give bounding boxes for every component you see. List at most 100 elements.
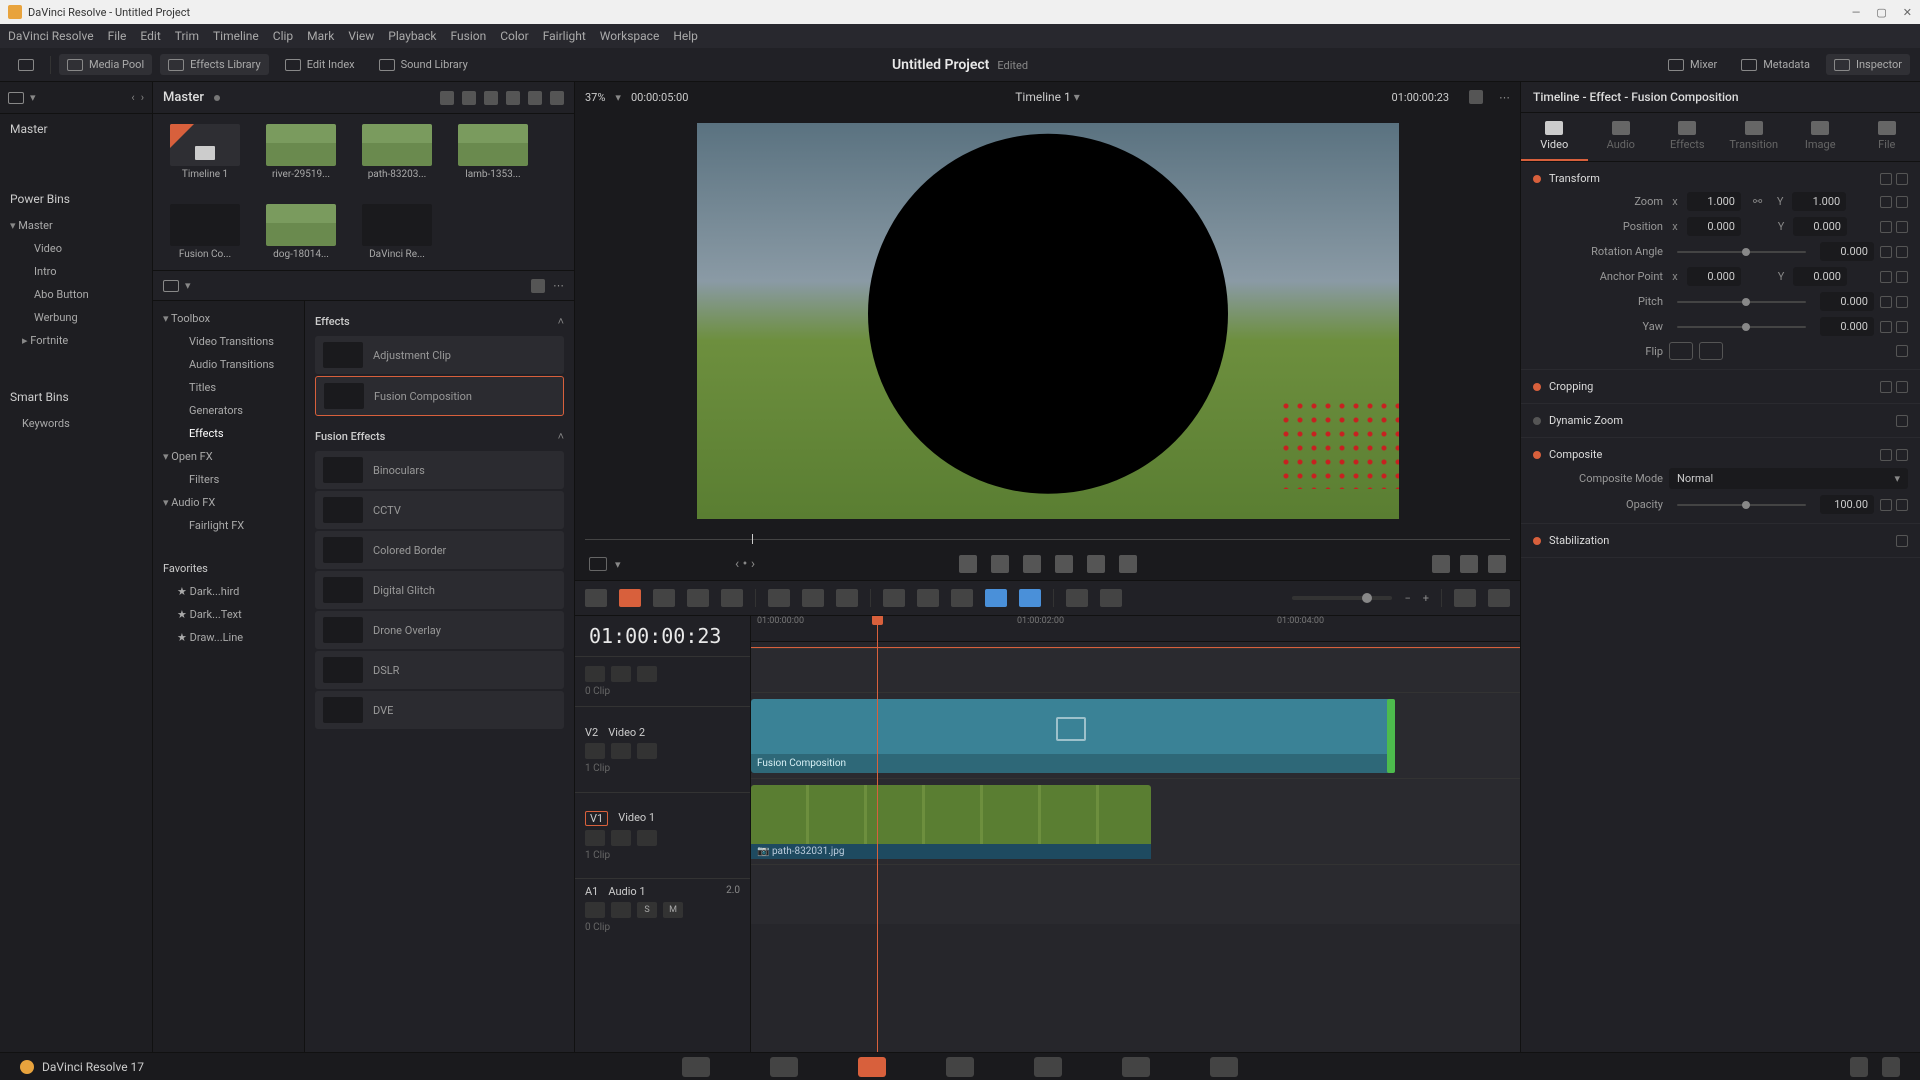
audio-icon[interactable] [1454, 589, 1476, 607]
eff-cat-filters[interactable]: Filters [153, 468, 304, 491]
blade-tool[interactable] [721, 589, 743, 607]
zoom-y-input[interactable]: 1.000 [1792, 192, 1846, 211]
view-list-icon[interactable] [484, 91, 498, 105]
overwrite-tool[interactable] [802, 589, 824, 607]
effects-panel-icon[interactable] [163, 280, 179, 292]
insert-tool[interactable] [768, 589, 790, 607]
opacity-slider[interactable] [1677, 504, 1806, 506]
clip-trim-handle[interactable] [1387, 699, 1395, 773]
loop-button[interactable] [1119, 555, 1137, 573]
replace-tool[interactable] [836, 589, 858, 607]
next-clip-icon[interactable] [1460, 555, 1478, 573]
maximize-button[interactable]: ▢ [1876, 6, 1886, 19]
menu-fairlight[interactable]: Fairlight [543, 29, 586, 43]
viewer-scrubber[interactable] [575, 530, 1520, 548]
nav-forward-icon[interactable]: › [141, 91, 144, 104]
first-frame-button[interactable] [959, 555, 977, 573]
close-button[interactable]: ✕ [1903, 6, 1912, 19]
page-media[interactable] [682, 1057, 710, 1077]
auto-select-icon[interactable] [611, 743, 631, 759]
auto-select-icon[interactable] [611, 902, 631, 918]
lock-icon[interactable] [585, 830, 605, 846]
clip-fusion-composition[interactable]: Fusion Composition [751, 699, 1391, 773]
flip-h-button[interactable] [1669, 342, 1693, 360]
page-cut[interactable] [770, 1057, 798, 1077]
nav-back-icon[interactable]: ‹ [131, 91, 134, 104]
menu-trim[interactable]: Trim [175, 29, 199, 43]
mute-button[interactable]: M [663, 902, 683, 918]
master-bin[interactable]: Master [0, 114, 152, 144]
eff-cat-fairlight[interactable]: Fairlight FX [153, 514, 304, 537]
keyframe-icon[interactable] [1880, 271, 1892, 283]
flip-v-button[interactable] [1699, 342, 1723, 360]
more-icon[interactable]: ⋯ [1499, 91, 1510, 104]
clip-thumb[interactable]: Fusion Co... [169, 204, 241, 260]
clip-thumb[interactable]: river-29519... [265, 124, 337, 180]
timeline-view-icon[interactable] [585, 589, 607, 607]
menu-help[interactable]: Help [673, 29, 698, 43]
arrow-tool[interactable] [619, 589, 641, 607]
edit-index-toggle[interactable]: Edit Index [277, 54, 363, 75]
reset-icon[interactable] [1896, 221, 1908, 233]
track-header-a1[interactable]: A1Audio 12.0 SM 0 Clip [575, 878, 750, 938]
stop-button[interactable] [1023, 555, 1041, 573]
lock-icon[interactable] [951, 589, 973, 607]
viewer-gear-icon[interactable] [1469, 90, 1483, 104]
viewer-timecode[interactable]: 01:00:00:23 [1392, 91, 1449, 104]
menu-timeline[interactable]: Timeline [213, 29, 259, 43]
track-lane-v3[interactable] [751, 648, 1520, 692]
yaw-input[interactable]: 0.000 [1820, 317, 1874, 336]
keyframe-icon[interactable] [1880, 449, 1892, 461]
clip-thumb[interactable]: Timeline 1 [169, 124, 241, 180]
menu-edit[interactable]: Edit [140, 29, 160, 43]
eff-cat-video-trans[interactable]: Video Transitions [153, 330, 304, 353]
timeline-options-icon[interactable] [1488, 589, 1510, 607]
track-lane-a1[interactable] [751, 864, 1520, 924]
home-icon[interactable] [1850, 1057, 1868, 1077]
zoom-search-icon[interactable] [1100, 589, 1122, 607]
metadata-toggle[interactable]: Metadata [1733, 54, 1818, 75]
stabilization-section[interactable]: Stabilization [1549, 534, 1609, 547]
inspector-tab-file[interactable]: File [1854, 113, 1920, 161]
anchor-y-input[interactable]: 0.000 [1793, 267, 1847, 286]
timeline-timecode[interactable]: 01:00:00:23 [575, 616, 750, 656]
snap-icon[interactable] [883, 589, 905, 607]
track-lane-v2[interactable]: Fusion Composition [751, 692, 1520, 778]
power-bin-intro[interactable]: Intro [0, 260, 152, 283]
effect-item[interactable]: DSLR [315, 651, 564, 689]
link-icon[interactable] [917, 589, 939, 607]
menu-color[interactable]: Color [500, 29, 528, 43]
reset-icon[interactable] [1896, 271, 1908, 283]
fav-item[interactable]: ★ Dark...hird [153, 580, 304, 603]
menu-workspace[interactable]: Workspace [600, 29, 660, 43]
chevron-down-icon[interactable]: ▾ [615, 558, 621, 571]
effect-item[interactable]: Digital Glitch [315, 571, 564, 609]
search-icon[interactable] [531, 279, 545, 293]
sort-icon[interactable] [528, 91, 542, 105]
inspector-tab-image[interactable]: Image [1787, 113, 1854, 161]
menu-view[interactable]: View [348, 29, 374, 43]
settings-icon[interactable] [1882, 1057, 1900, 1077]
page-fairlight[interactable] [1122, 1057, 1150, 1077]
fav-item[interactable]: ★ Draw...Line [153, 626, 304, 649]
last-frame-button[interactable] [1087, 555, 1105, 573]
effect-item[interactable]: DVE [315, 691, 564, 729]
menu-mark[interactable]: Mark [307, 29, 334, 43]
menu-playback[interactable]: Playback [388, 29, 436, 43]
fullscreen-button[interactable] [10, 55, 42, 75]
flag-icon[interactable] [985, 589, 1007, 607]
zoom-out-icon[interactable]: − [1404, 592, 1410, 605]
opacity-input[interactable]: 100.00 [1820, 495, 1874, 514]
reset-icon[interactable] [1896, 196, 1908, 208]
inspector-tab-transition[interactable]: Transition [1721, 113, 1788, 161]
viewer-zoom[interactable]: 37% [585, 91, 605, 104]
menu-davinci[interactable]: DaVinci Resolve [8, 29, 94, 43]
pos-y-input[interactable]: 0.000 [1793, 217, 1847, 236]
keyframe-icon[interactable] [1880, 381, 1892, 393]
playhead[interactable] [877, 616, 878, 1052]
lock-icon[interactable] [585, 902, 605, 918]
prev-edit-icon[interactable]: ‹ • › [735, 556, 755, 572]
zoom-x-input[interactable]: 1.000 [1687, 192, 1741, 211]
transform-section-title[interactable]: Transform [1549, 172, 1600, 185]
page-color[interactable] [1034, 1057, 1062, 1077]
